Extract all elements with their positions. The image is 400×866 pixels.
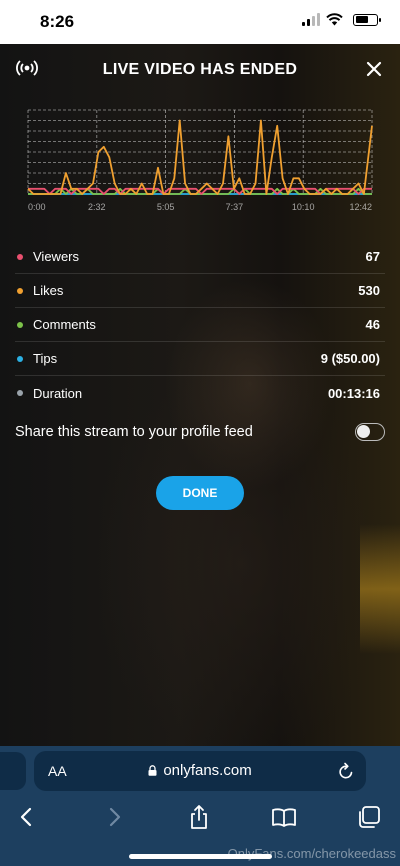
battery-icon [353, 13, 381, 26]
stat-value: 46 [365, 317, 380, 332]
x-tick-label: 12:42 [349, 202, 372, 212]
stat-value: 00:13:16 [327, 385, 380, 401]
bottom-toolbar [0, 798, 400, 838]
wifi-icon [326, 13, 343, 26]
status-time: 8:26 [40, 12, 75, 31]
lock-icon [148, 765, 157, 776]
stat-label: Duration [33, 385, 83, 401]
x-tick-label: 2:32 [88, 202, 106, 212]
browser-toolbar: AA onlyfans.com OnlyFans.com/cherokeedas… [0, 746, 400, 866]
stat-row-comments: Comments 46 [15, 308, 385, 342]
likes-dot [17, 287, 23, 294]
reload-icon[interactable] [338, 762, 354, 780]
stat-row-likes: Likes 530 [15, 274, 385, 308]
bookmarks-icon[interactable] [271, 804, 297, 830]
previous-tab-preview[interactable] [0, 752, 26, 790]
stat-label: Likes [33, 283, 64, 298]
tips-dot [17, 355, 23, 362]
stat-row-duration: Duration 00:13:16 [15, 376, 385, 410]
background-video-frame [360, 524, 400, 654]
address-bar[interactable]: AA onlyfans.com [34, 751, 366, 791]
panel-header: LIVE VIDEO HAS ENDED [0, 44, 400, 96]
status-icons [302, 13, 381, 26]
stat-label: Comments [33, 317, 96, 332]
chart-grid [27, 109, 373, 195]
toggle-knob [357, 425, 370, 438]
stat-label: Tips [33, 351, 58, 366]
url-text: onlyfans.com [163, 762, 252, 779]
stat-value: 9 ($50.00) [320, 351, 380, 366]
close-icon[interactable] [366, 61, 382, 77]
page-title: LIVE VIDEO HAS ENDED [102, 61, 298, 78]
url-display[interactable]: onlyfans.com [34, 762, 366, 779]
status-bar: 8:26 [0, 0, 400, 44]
home-indicator [129, 854, 272, 859]
share-toggle[interactable] [355, 423, 385, 441]
stat-value: 530 [358, 283, 380, 298]
stat-value: 67 [365, 249, 380, 264]
x-tick-label: 7:37 [226, 202, 244, 212]
live-ended-panel: LIVE VIDEO HAS ENDED 0:00 2:32 5:05 7:37 10:… [0, 44, 400, 746]
done-button[interactable]: DONE [156, 476, 244, 510]
x-tick-label: 0:00 [28, 202, 46, 212]
stream-stats-chart: 0:00 2:32 5:05 7:37 10:10 12:42 [27, 109, 373, 212]
cellular-signal-icon [302, 13, 320, 26]
x-tick-label: 10:10 [292, 202, 315, 212]
series-line-likes [27, 119, 373, 195]
share-to-feed-row: Share this stream to your profile feed [15, 420, 385, 444]
comments-dot [17, 321, 23, 328]
tabs-icon[interactable] [356, 804, 382, 830]
back-icon[interactable] [14, 804, 40, 830]
share-icon[interactable] [186, 804, 212, 830]
stat-row-tips: Tips 9 ($50.00) [15, 342, 385, 376]
share-label: Share this stream to your profile feed [15, 424, 253, 440]
stat-label: Viewers [33, 249, 80, 264]
x-tick-label: 5:05 [157, 202, 175, 212]
stat-row-viewers: Viewers 67 [15, 240, 385, 274]
stats-list: Viewers 67 Likes 530 Comments 46 Tips 9 … [15, 240, 385, 410]
viewers-dot [17, 253, 23, 260]
duration-dot [17, 390, 23, 396]
forward-icon[interactable] [101, 804, 127, 830]
